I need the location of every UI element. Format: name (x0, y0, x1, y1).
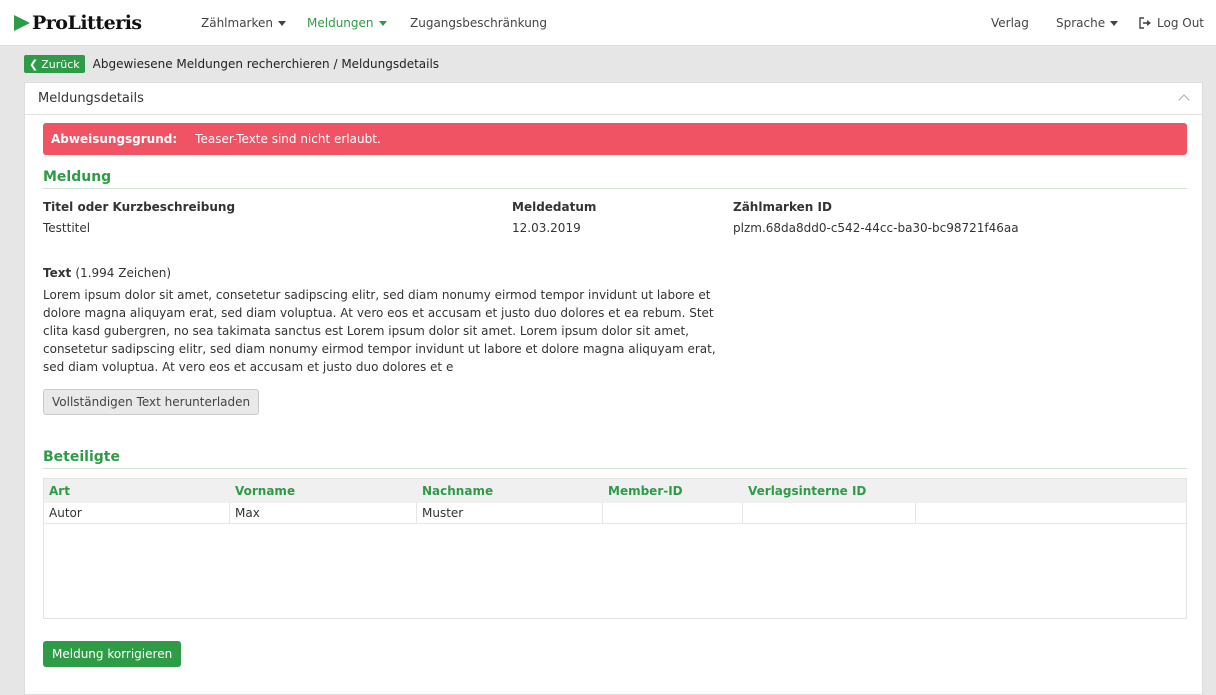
table-cell: Max (230, 503, 417, 523)
section-meldung-title: Meldung (43, 169, 112, 185)
titel-label: Titel oder Kurzbeschreibung (43, 200, 236, 214)
column-header[interactable]: Member-ID (603, 479, 743, 503)
meldung-korrigieren-button[interactable]: Meldung korrigieren (43, 641, 182, 667)
chevron-down-icon (378, 21, 387, 26)
titel-value: Testtitel (43, 221, 91, 235)
text-body: Lorem ipsum dolor sit amet, consetetur s… (43, 288, 716, 374)
section-divider (43, 468, 1187, 469)
text-label-row: Text (1.994 Zeichen) (43, 266, 171, 280)
logout-link[interactable]: Log Out (1139, 16, 1204, 30)
section-divider (43, 188, 1187, 189)
alert-message: Teaser-Texte sind nicht erlaubt. (195, 132, 381, 146)
chevron-down-icon (278, 21, 286, 26)
chevron-up-icon[interactable] (1178, 94, 1190, 106)
nav-verlag[interactable]: Verlag (991, 16, 1029, 30)
table-cell (743, 503, 916, 523)
details-panel: Meldungsdetails Abweisungsgrund: Teaser-… (24, 82, 1203, 695)
nav-zugangsbeschraenkung[interactable]: Zugangsbeschränkung (410, 16, 547, 30)
nav-verlag-label: Verlag (991, 16, 1029, 30)
meldedatum-value: 12.03.2019 (512, 221, 581, 235)
panel-header[interactable]: Meldungsdetails (25, 83, 1202, 115)
meldedatum-label: Meldedatum (512, 200, 597, 214)
nav-sprache-label: Sprache (1056, 16, 1106, 30)
chevron-down-icon (1110, 21, 1119, 26)
table-cell: Autor (44, 503, 230, 523)
table-cell (916, 503, 1186, 523)
zaehlmarken-id-value: plzm.68da8dd0-c542-44cc-ba30-bc98721f46a… (733, 221, 1019, 235)
chevron-left-icon: ❮ (29, 57, 39, 71)
nav-meldungen[interactable]: Meldungen (307, 16, 387, 30)
column-header[interactable]: Vorname (230, 479, 417, 503)
logout-icon (1139, 17, 1151, 29)
nav-zaehlmarken[interactable]: Zählmarken (201, 16, 286, 30)
logout-label: Log Out (1157, 16, 1205, 30)
column-header (916, 479, 1186, 503)
nav-zaehlmarken-label: Zählmarken (201, 16, 273, 30)
download-text-button[interactable]: Vollständigen Text herunterladen (43, 389, 260, 415)
logo-arrow-icon (14, 15, 30, 31)
table-row[interactable]: Autor Max Muster (44, 503, 1186, 524)
text-label: Text (43, 266, 72, 280)
brand-name: ProLitteris (32, 12, 142, 34)
panel-title: Meldungsdetails (38, 91, 144, 106)
section-beteiligte-title: Beteiligte (43, 449, 120, 465)
breadcrumb-path: Abgewiesene Meldungen recherchieren / Me… (92, 57, 440, 71)
nav-sprache[interactable]: Sprache (1056, 16, 1119, 30)
table-cell (603, 503, 743, 523)
top-navbar: ProLitteris Zählmarken Meldungen Zugangs… (0, 0, 1216, 46)
beteiligte-table: Art Vorname Nachname Member-ID Verlagsin… (43, 478, 1187, 619)
back-button-label: Zurück (41, 57, 80, 71)
table-cell: Muster (417, 503, 603, 523)
column-header[interactable]: Verlagsinterne ID (743, 479, 916, 503)
zaehlmarken-id-label: Zählmarken ID (733, 200, 832, 214)
table-header-row: Art Vorname Nachname Member-ID Verlagsin… (44, 479, 1186, 503)
rejection-alert: Abweisungsgrund: Teaser-Texte sind nicht… (43, 123, 1187, 155)
breadcrumb: ❮ Zurück Abgewiesene Meldungen recherchi… (24, 55, 439, 73)
column-header[interactable]: Nachname (417, 479, 603, 503)
nav-meldungen-label: Meldungen (307, 16, 374, 30)
text-char-count: (1.994 Zeichen) (75, 266, 172, 280)
alert-label: Abweisungsgrund: (51, 132, 178, 146)
brand-logo[interactable]: ProLitteris (14, 12, 142, 34)
column-header[interactable]: Art (44, 479, 230, 503)
nav-zugangsbeschraenkung-label: Zugangsbeschränkung (410, 16, 548, 30)
back-button[interactable]: ❮ Zurück (24, 55, 85, 73)
